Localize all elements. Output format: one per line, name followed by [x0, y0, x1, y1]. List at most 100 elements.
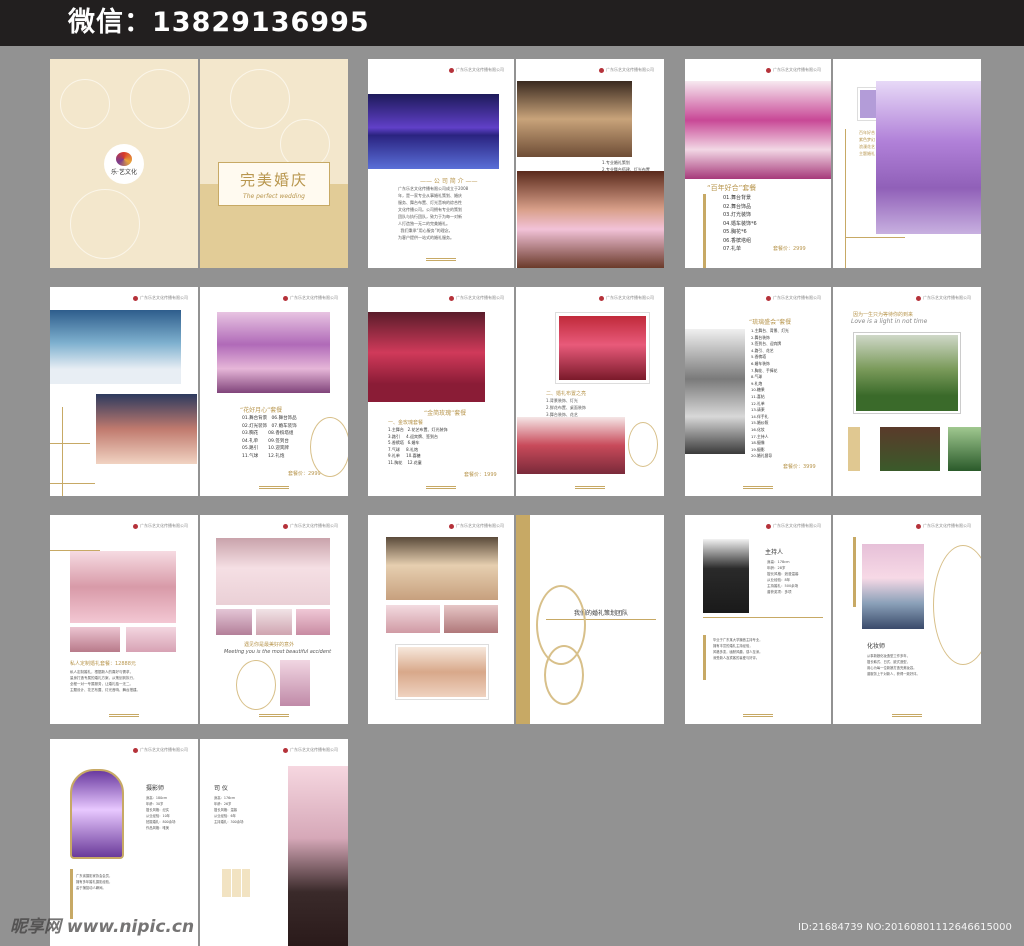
host-page: 广东乐艺文化传播有限公司 主持人 身高：178cm 年龄：28岁 擅长风格：浪漫… [685, 515, 831, 724]
package-photo-page-2: 广东乐艺文化传播有限公司 [50, 287, 198, 496]
package-item-list: 1.主舞台、背景、灯光 2.舞台装饰 3.签到台、迎宾牌 4.路引、花艺 5.香… [751, 328, 789, 459]
package-item-list: 1.主舞台 2.花艺布置、灯光装饰 3.路引 4.迎宾牌、签到台 5.香槟塔 6… [388, 427, 448, 465]
cover-back-page: 乐·艺文化 [50, 59, 198, 268]
package-price: 套餐价：2999 [288, 471, 321, 477]
page-header: 广东乐艺文化传播有限公司 [449, 295, 504, 301]
emcee-title: 司 仪 [214, 785, 228, 792]
package-item-list: 01.舞台背景 02.舞台饰品 03.灯光装饰 04.婚车装饰*6 05.胸花*… [723, 195, 757, 252]
package-title: “琉璃盛会”套餐 [749, 319, 792, 326]
makeup-page: 广东乐艺文化传播有限公司 化妆师 从事新娘化妆造型工作多年， 擅长韩式、日式、欧… [833, 515, 981, 724]
slogan-cn: 遇见你是最美好的意外 [244, 642, 295, 648]
page-header: 广东乐艺文化传播有限公司 [766, 523, 821, 529]
package-title: “百年好合”套餐 [707, 184, 757, 192]
page-header: 广东乐艺文化传播有限公司 [283, 747, 338, 753]
package-title: “金简玫瑰”套餐 [424, 410, 467, 417]
page-header: 广东乐艺文化传播有限公司 [766, 295, 821, 301]
page-header: 广东乐艺文化传播有限公司 [133, 747, 188, 753]
love-title-en: Love is a light in not time [851, 318, 928, 325]
blue-stage-photo [50, 310, 181, 384]
private-package-title: 私人定制婚礼套餐：12888元 [70, 661, 136, 667]
gold-squares [222, 869, 250, 897]
page-footer-ornament [259, 486, 289, 489]
section-list: 1.背景装饰、灯光 2.鲜花布置、桌面装饰 3.舞台装饰、花艺 [546, 398, 586, 417]
host-photo [703, 539, 749, 613]
package-page-3: 广东乐艺文化传播有限公司 “金简玫瑰”套餐 一、金玫瑰套餐 1.主舞台 2.花艺… [368, 287, 514, 496]
outdoor-aisle-photo [853, 332, 961, 414]
garden-photo-2 [880, 427, 940, 471]
cover-title-box: 完美婚庆 The perfect wedding [218, 162, 330, 206]
page-footer-ornament [426, 486, 456, 489]
page-header: 广东乐艺文化传播有限公司 [283, 295, 338, 301]
red-room-photo [555, 312, 650, 384]
love-title-cn: 因为一生只为等待你的到来 [853, 312, 914, 318]
ornate-frame [70, 769, 124, 859]
pink-flower-stage-photo [70, 551, 176, 623]
gallery-photo-2 [386, 605, 440, 633]
cover-front-page: 完美婚庆 The perfect wedding [200, 59, 348, 268]
package-note: 百年好合 紫色梦幻 浪漫花艺 主题婚礼 [859, 130, 875, 156]
stage-photo-gold [517, 81, 632, 157]
pink-stage-photo [217, 312, 330, 393]
red-hall-photo [368, 312, 485, 402]
section-subtitle: 二、婚礼布置之亮 [546, 391, 587, 397]
thumb-2 [126, 627, 176, 652]
intro-text: 广东乐艺文化传播有限公司成立于2008 年，是一家专业从事婚礼策划、婚庆 服务、… [398, 186, 469, 240]
intro-page: 广东乐艺文化传播有限公司 —— 公 司 简 介 —— 广东乐艺文化传播有限公司成… [368, 59, 514, 268]
page-header: 广东乐艺文化传播有限公司 [916, 295, 971, 301]
page-footer-ornament [743, 714, 773, 717]
flower-hall-photo [96, 394, 197, 464]
page-header: 广东乐艺文化传播有限公司 [133, 295, 188, 301]
contact-banner: 微信：13829136995 [0, 0, 1024, 46]
host-bio: 毕业于广东某大学播音主持专业， 拥有丰富的婚礼主持经验， 风格多变，幽默风趣，感… [713, 638, 763, 660]
photographer-title: 摄影师 [146, 785, 165, 792]
couple-thumb [280, 660, 310, 706]
gallery-photo-3 [444, 605, 498, 633]
outdoor-page: 广东乐艺文化传播有限公司 因为一生只为等待你的到来 Love is a ligh… [833, 287, 981, 496]
image-id-watermark: ID:21684739 NO:20160801112646615000 [798, 922, 1012, 933]
photographer-info: 身高：180cm 年龄：30岁 擅长风格：纪实 从业经验：10年 拍摄婚礼：80… [146, 796, 176, 830]
page-footer-ornament [426, 258, 456, 261]
slogan-en: Meeting you is the most beautiful accide… [224, 649, 332, 655]
white-flower-photo [216, 538, 330, 605]
logo-text: 乐·艺文化 [111, 169, 137, 176]
gallery-page: 广东乐艺文化传播有限公司 [368, 515, 514, 724]
stage-photo-blue [368, 94, 499, 169]
photographer-bio: 广东省摄影家协会会员， 拥有多年婚礼摄影经验， 善于捕捉动人瞬间。 [76, 874, 113, 890]
intro-title: —— 公 司 简 介 —— [420, 178, 478, 185]
page-header: 广东乐艺文化传播有限公司 [449, 523, 504, 529]
garden-photo-3 [948, 427, 981, 471]
team-page: 我们的婚礼策划团队 [516, 515, 664, 724]
page-header: 广东乐艺文化传播有限公司 [916, 523, 971, 529]
hall-photo-pink-aisle [685, 81, 831, 179]
page-footer-ornament [892, 714, 922, 717]
cover-subtitle: The perfect wedding [243, 193, 305, 200]
stylist-info: 从事新娘化妆造型工作多年， 擅长韩式、日式、欧式造型， 用心为每一位新娘打造完美… [867, 654, 920, 676]
host-info: 身高：178cm 年龄：28岁 擅长风格：浪漫温馨 从业经验：8年 主持婚礼：5… [767, 560, 799, 594]
thumb-4 [256, 609, 292, 635]
gold-block-1 [848, 427, 860, 471]
stylist-photo [862, 544, 924, 629]
page-footer-ornament [575, 486, 605, 489]
hall-photo-pink [517, 171, 664, 268]
package-photo-page-1: 百年好合 紫色梦幻 浪漫花艺 主题婚礼 [833, 59, 981, 268]
page-header: 广东乐艺文化传播有限公司 [599, 295, 654, 301]
section-subtitle: 一、金玫瑰套餐 [388, 420, 424, 426]
dining-photo [517, 417, 625, 474]
logo-mark-icon [116, 152, 132, 166]
thumb-5 [296, 609, 330, 635]
page-header: 广东乐艺文化传播有限公司 [449, 67, 504, 73]
host-title: 主持人 [765, 549, 784, 556]
private-package-text: 私人定制婚礼，根据新人的喜好与需求， 量身打造专属的婚礼方案，从策划到执行， 全… [70, 670, 140, 692]
page-header: 广东乐艺文化传播有限公司 [133, 523, 188, 529]
slogan-page: 广东乐艺文化传播有限公司 遇见你是最美好的意外 Meeting you is t… [200, 515, 348, 724]
package-title: “花好月心”套餐 [240, 407, 283, 414]
champagne-tower-photo [685, 329, 745, 454]
package-page-1: 广东乐艺文化传播有限公司 “百年好合”套餐 01.舞台背景 02.舞台饰品 03… [685, 59, 831, 268]
package-photo-page-3: 广东乐艺文化传播有限公司 二、婚礼布置之亮 1.背景装饰、灯光 2.鲜花布置、桌… [516, 287, 664, 496]
gallery-photo-4 [395, 644, 489, 700]
thumb-1 [70, 627, 120, 652]
custom-package-page: 广东乐艺文化传播有限公司 私人定制婚礼套餐：12888元 私人定制婚礼，根据新人… [50, 515, 198, 724]
package-price: 套餐价：1999 [464, 472, 497, 478]
emcee-page: 广东乐艺文化传播有限公司 司 仪 身高：176cm 年龄：26岁 擅长风格：温馨… [200, 739, 348, 946]
photos-page: 广东乐艺文化传播有限公司 1.专业婚礼策划 2.专业舞台搭建、灯光布置 3.专业… [516, 59, 664, 268]
